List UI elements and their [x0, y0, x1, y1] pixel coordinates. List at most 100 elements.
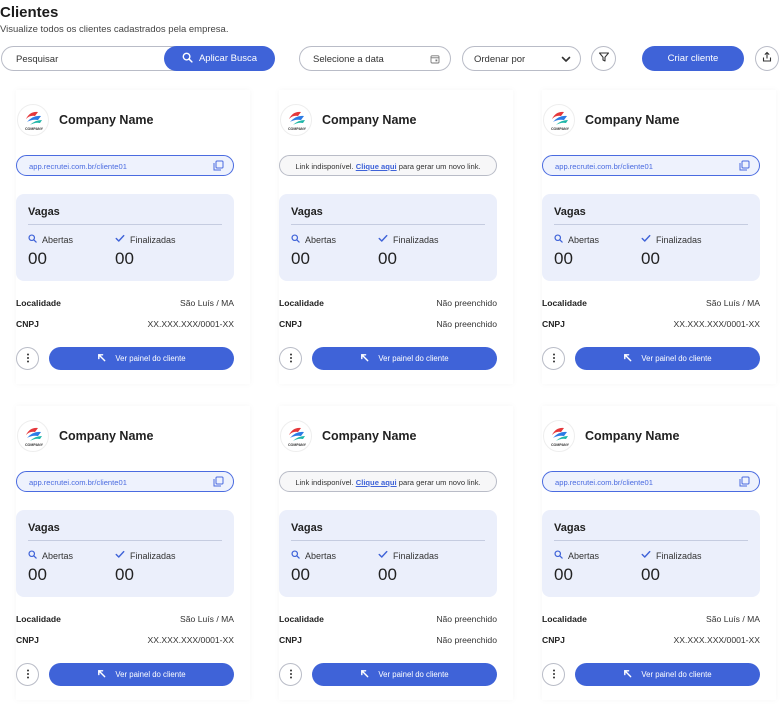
- vagas-panel: Vagas Abertas 00 Finalizadas 00: [16, 194, 234, 281]
- vagas-panel: Vagas Abertas 00 Finalizadas 00: [542, 194, 760, 281]
- toolbar: Pesquisar Aplicar Busca Selecione a data…: [0, 46, 780, 71]
- more-options-button[interactable]: [279, 663, 302, 686]
- apply-search-label: Aplicar Busca: [198, 53, 258, 64]
- link-unavailable-text: Link indisponível.: [295, 162, 354, 171]
- view-client-panel-button[interactable]: Ver painel do cliente: [575, 347, 760, 370]
- search-icon: [291, 550, 300, 561]
- finalizadas-label: Finalizadas: [130, 550, 176, 561]
- finalizadas-label: Finalizadas: [656, 550, 702, 561]
- cnpj-label: CNPJ: [542, 635, 565, 645]
- vagas-title: Vagas: [28, 206, 60, 218]
- logo-caption: COMPANY: [24, 127, 44, 131]
- page-title: Clientes: [0, 4, 59, 21]
- info-cnpj: CNPJ Não preenchido: [279, 319, 497, 333]
- card-actions: Ver painel do cliente: [542, 347, 760, 371]
- vagas-title: Vagas: [554, 522, 586, 534]
- date-picker[interactable]: Selecione a data: [299, 46, 451, 71]
- sort-select[interactable]: Ordenar por: [462, 46, 581, 71]
- more-options-button[interactable]: [279, 347, 302, 370]
- abertas-label: Abertas: [305, 234, 337, 245]
- stat-abertas: Abertas 00: [28, 234, 73, 269]
- localidade-value: São Luís / MA: [706, 298, 760, 308]
- finalizadas-count: 00: [378, 565, 397, 584]
- stat-finalizadas: Finalizadas 00: [115, 550, 176, 585]
- check-icon: [378, 234, 388, 245]
- vagas-divider: [291, 224, 485, 225]
- cnpj-label: CNPJ: [279, 319, 302, 329]
- logo-caption: COMPANY: [287, 443, 307, 447]
- link-unavailable-text: Link indisponível.: [295, 478, 354, 487]
- view-client-panel-button[interactable]: Ver painel do cliente: [49, 347, 234, 370]
- cnpj-label: CNPJ: [16, 635, 39, 645]
- search-icon: [554, 234, 563, 245]
- vagas-title: Vagas: [28, 522, 60, 534]
- check-icon: [115, 550, 125, 561]
- abertas-count: 00: [554, 565, 573, 584]
- filter-icon: [598, 50, 610, 68]
- arrow-up-left-icon: [360, 353, 369, 364]
- client-link-field[interactable]: app.recrutei.com.br/cliente01: [542, 471, 760, 492]
- link-unavailable-notice: Link indisponível. Clique aqui para gera…: [279, 155, 497, 176]
- filter-button[interactable]: [591, 46, 616, 71]
- vagas-panel: Vagas Abertas 00 Finalizadas 00: [279, 194, 497, 281]
- cnpj-value: XX.XXX.XXX/0001-XX: [673, 635, 760, 645]
- view-client-panel-button[interactable]: Ver painel do cliente: [575, 663, 760, 686]
- more-options-button[interactable]: [542, 347, 565, 370]
- page-subtitle: Visualize todos os clientes cadastrados …: [0, 24, 229, 35]
- copy-icon[interactable]: [739, 476, 750, 489]
- client-link-field[interactable]: app.recrutei.com.br/cliente01: [16, 155, 234, 176]
- view-client-panel-label: Ver painel do cliente: [115, 670, 186, 679]
- abertas-label: Abertas: [42, 234, 74, 245]
- generate-link-action[interactable]: Clique aqui: [356, 162, 397, 171]
- link-unavailable-notice: Link indisponível. Clique aqui para gera…: [279, 471, 497, 492]
- card-actions: Ver painel do cliente: [16, 347, 234, 371]
- vagas-divider: [554, 224, 748, 225]
- more-options-button[interactable]: [16, 347, 39, 370]
- sort-label: Ordenar por: [474, 54, 526, 65]
- finalizadas-label: Finalizadas: [656, 234, 702, 245]
- client-link-url: app.recrutei.com.br/cliente01: [555, 478, 653, 487]
- view-client-panel-label: Ver painel do cliente: [641, 354, 712, 363]
- company-name: Company Name: [59, 113, 154, 127]
- copy-icon[interactable]: [213, 160, 224, 173]
- localidade-label: Localidade: [542, 298, 587, 308]
- abertas-count: 00: [554, 249, 573, 268]
- arrow-up-left-icon: [97, 669, 106, 680]
- abertas-label: Abertas: [305, 550, 337, 561]
- apply-search-button[interactable]: Aplicar Busca: [164, 46, 275, 71]
- client-link-field[interactable]: app.recrutei.com.br/cliente01: [16, 471, 234, 492]
- vagas-divider: [28, 540, 222, 541]
- view-client-panel-button[interactable]: Ver painel do cliente: [312, 347, 497, 370]
- stat-abertas: Abertas 00: [554, 234, 599, 269]
- company-name: Company Name: [322, 429, 417, 443]
- copy-icon[interactable]: [213, 476, 224, 489]
- card-actions: Ver painel do cliente: [279, 663, 497, 687]
- more-options-button[interactable]: [16, 663, 39, 686]
- view-client-panel-button[interactable]: Ver painel do cliente: [49, 663, 234, 686]
- view-client-panel-button[interactable]: Ver painel do cliente: [312, 663, 497, 686]
- finalizadas-count: 00: [641, 249, 660, 268]
- info-cnpj: CNPJ XX.XXX.XXX/0001-XX: [542, 635, 760, 649]
- info-cnpj: CNPJ Não preenchido: [279, 635, 497, 649]
- localidade-label: Localidade: [16, 614, 61, 624]
- abertas-count: 00: [28, 565, 47, 584]
- create-client-button[interactable]: Criar cliente: [642, 46, 744, 71]
- vagas-title: Vagas: [554, 206, 586, 218]
- logo-caption: COMPANY: [24, 443, 44, 447]
- info-cnpj: CNPJ XX.XXX.XXX/0001-XX: [16, 635, 234, 649]
- cnpj-value: Não preenchido: [436, 319, 497, 329]
- search-input[interactable]: Pesquisar Aplicar Busca: [1, 46, 275, 71]
- export-button[interactable]: [755, 46, 779, 71]
- more-vertical-icon: [289, 350, 293, 368]
- search-placeholder: Pesquisar: [16, 54, 59, 65]
- copy-icon[interactable]: [739, 160, 750, 173]
- check-icon: [115, 234, 125, 245]
- company-logo: COMPANY: [280, 420, 312, 452]
- card-header: COMPANY Company Name: [279, 104, 513, 136]
- finalizadas-count: 00: [641, 565, 660, 584]
- more-options-button[interactable]: [542, 663, 565, 686]
- generate-link-action[interactable]: Clique aqui: [356, 478, 397, 487]
- client-link-field[interactable]: app.recrutei.com.br/cliente01: [542, 155, 760, 176]
- more-vertical-icon: [289, 666, 293, 684]
- stat-abertas: Abertas 00: [291, 550, 336, 585]
